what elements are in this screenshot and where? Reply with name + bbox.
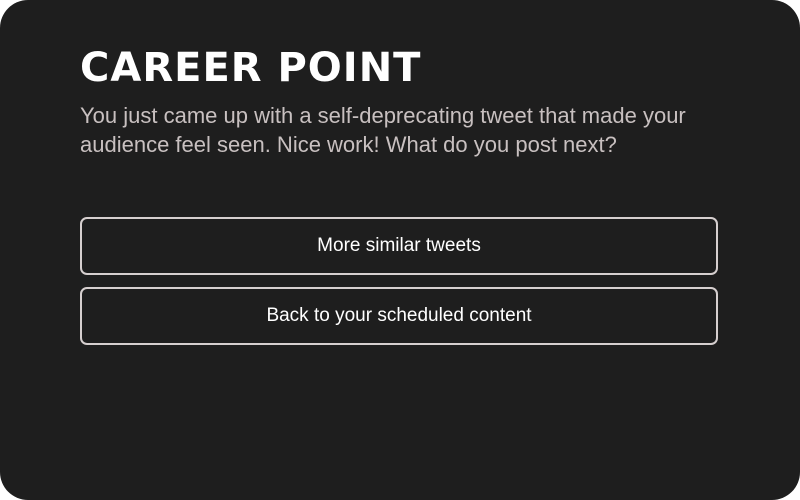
card-title: CAREER POINT bbox=[80, 45, 422, 91]
career-point-card: CAREER POINT You just came up with a sel… bbox=[0, 0, 800, 500]
choice-button-back-to-scheduled-content[interactable]: Back to your scheduled content bbox=[80, 287, 718, 345]
card-prompt: You just came up with a self-deprecating… bbox=[80, 103, 686, 157]
choice-button-more-similar-tweets[interactable]: More similar tweets bbox=[80, 217, 718, 275]
